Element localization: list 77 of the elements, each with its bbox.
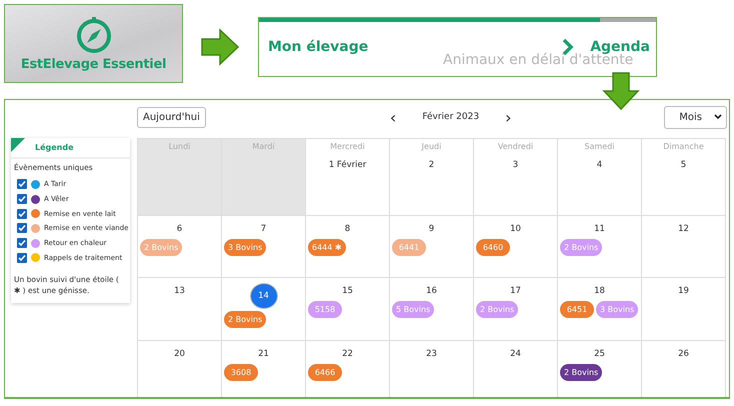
event-pill[interactable]: 2 Bovins [560,364,602,381]
weekday-label: Lundi [168,142,190,151]
view-select[interactable]: Mois [664,106,727,128]
day-cell[interactable]: 24 [474,341,558,397]
day-number: 24 [509,348,522,361]
day-cell[interactable]: Mercredi 1 Février [306,139,390,216]
weekday-label: Dimanche [663,142,704,151]
day-cell[interactable]: Dimanche 5 [642,139,726,216]
next-button[interactable]: › [499,108,518,126]
day-cell[interactable]: 22 6466 [306,341,390,397]
day-number: 18 [593,285,606,298]
day-cell[interactable]: 11 2 Bovins [558,216,642,278]
day-cell[interactable]: Jeudi 2 [390,139,474,216]
day-cell[interactable]: Vendredi 3 [474,139,558,216]
day-number: 15 [341,285,354,298]
day-cell[interactable]: 7 3 Bovins [222,216,306,278]
caret-icon [714,114,722,120]
day-cell[interactable]: 13 [138,278,222,341]
app-title: EstElevage Essentiel [20,57,166,72]
previous-button[interactable]: ‹ [384,108,402,126]
weekday-label: Samedi [584,142,614,151]
day-number: 2 [428,159,436,172]
day-cell[interactable]: 12 [642,216,726,278]
day-cell[interactable]: 20 [138,341,222,397]
day-cell[interactable]: 21 3608 [222,341,306,397]
day-number: 26 [677,348,690,361]
checkbox[interactable] [17,179,27,190]
day-number: 5 [680,159,688,172]
arrow-right-icon [200,28,240,66]
day-number: 19 [677,285,690,298]
day-number: 3 [512,159,520,172]
checkbox[interactable] [17,208,27,219]
day-number: 13 [173,285,186,298]
day-cell[interactable]: 6 2 Bovins [138,216,222,278]
corner-flag-icon [11,138,25,152]
day-number: 7 [260,223,268,236]
faded-text: Animaux en délai d'attente [443,52,634,68]
day-number: 20 [173,348,186,361]
weekday-label: Jeudi [422,142,442,151]
weekday-label: Mercredi [330,142,365,151]
day-number: 6 [176,223,184,236]
day-cell[interactable]: 14 2 Bovins [222,278,306,341]
day-cell[interactable]: Samedi 4 [558,139,642,216]
day-cell[interactable]: 19 [642,278,726,341]
month-title: Février 2023 [421,112,480,122]
checkbox[interactable] [17,194,27,204]
day-number: 22 [341,348,354,361]
weekday-label: Mardi [252,142,275,151]
day-number: 9 [428,223,436,236]
legend-title: Légende [35,143,74,152]
day-number: 8 [344,223,352,236]
day-number: 25 [593,348,606,361]
day-number: 16 [425,285,438,298]
day-cell[interactable]: 17 2 Bovins [474,278,558,341]
day-number: 21 [257,348,270,361]
day-cell[interactable]: 23 [390,341,474,397]
day-cell[interactable]: 8 6444 ✱ [306,216,390,278]
day-number: 11 [593,223,606,236]
day-number: 1 Février [328,159,366,172]
day-number: 12 [677,223,690,236]
today-button[interactable]: Aujourd'hui [137,106,206,128]
checkbox[interactable] [17,238,27,248]
day-cell[interactable]: 9 6441 [390,216,474,278]
day-number: 10 [509,223,522,236]
weekday-label: Vendredi [498,142,534,151]
day-number: 4 [596,159,604,172]
checkbox[interactable] [17,252,27,263]
day-cell[interactable]: 15 5158 [306,278,390,341]
day-cell[interactable]: 26 [642,341,726,397]
day-number: 14 [250,283,278,309]
arrow-down-icon [602,71,640,111]
checkbox[interactable] [17,223,27,234]
day-number: 17 [509,285,522,298]
day-cell[interactable]: 16 5 Bovins [390,278,474,341]
day-number: 23 [425,348,438,361]
day-cell[interactable]: 25 2 Bovins [558,341,642,397]
day-cell[interactable]: 10 6460 [474,216,558,278]
